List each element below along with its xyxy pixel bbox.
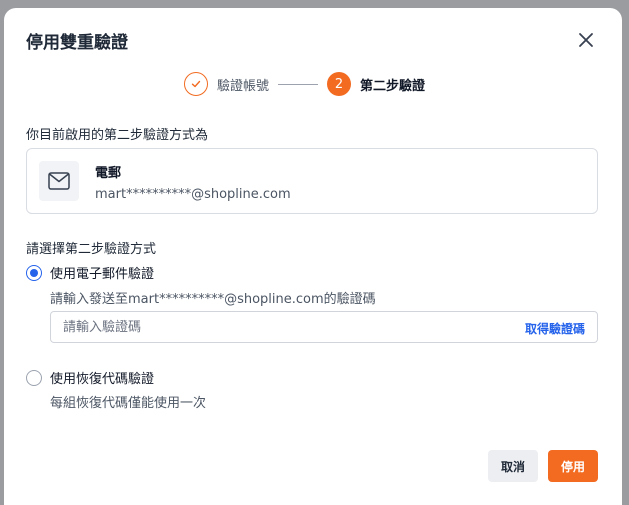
dialog-title: 停用雙重驗證 (26, 33, 128, 53)
current-method-heading: 你目前啟用的第二步驗證方式為 (26, 128, 209, 143)
verification-code-input[interactable] (63, 312, 493, 342)
disable-2fa-dialog: 停用雙重驗證 驗證帳號 2 第二步驗證 你目前啟用的第二步驗證方式為 電郵 ma… (4, 8, 622, 505)
stepper: 驗證帳號 2 第二步驗證 (184, 72, 425, 96)
disable-button[interactable]: 停用 (548, 450, 598, 482)
current-method-card: 電郵 mart**********@shopline.com (26, 148, 598, 214)
radio-email-option[interactable]: 使用電子郵件驗證 (26, 263, 154, 282)
radio-recovery[interactable] (26, 369, 42, 386)
radio-email-label[interactable]: 使用電子郵件驗證 (50, 263, 154, 282)
close-button[interactable] (574, 28, 598, 52)
method-name: 電郵 (95, 166, 122, 181)
get-code-link[interactable]: 取得驗證碼 (525, 320, 585, 337)
step-1-indicator (184, 72, 208, 96)
cancel-button[interactable]: 取消 (488, 450, 538, 482)
choose-method-heading: 請選擇第二步驗證方式 (26, 242, 157, 257)
step-connector (278, 83, 319, 85)
radio-recovery-option[interactable]: 使用恢復代碼驗證 (26, 368, 154, 387)
envelope-icon (48, 172, 70, 190)
step-2-indicator: 2 (327, 72, 352, 96)
radio-email[interactable] (26, 264, 42, 281)
verification-code-field: 取得驗證碼 (50, 311, 598, 343)
close-icon (579, 33, 593, 47)
method-icon-box (39, 161, 79, 201)
step-1-label: 驗證帳號 (217, 78, 270, 94)
recovery-option-description: 每組恢復代碼僅能使用一次 (50, 396, 207, 411)
method-email: mart**********@shopline.com (95, 187, 291, 202)
radio-recovery-label[interactable]: 使用恢復代碼驗證 (50, 368, 154, 387)
email-option-description: 請輸入發送至mart**********@shopline.com的驗證碼 (50, 292, 376, 307)
step-2-label: 第二步驗證 (360, 78, 426, 94)
check-icon (191, 80, 201, 88)
